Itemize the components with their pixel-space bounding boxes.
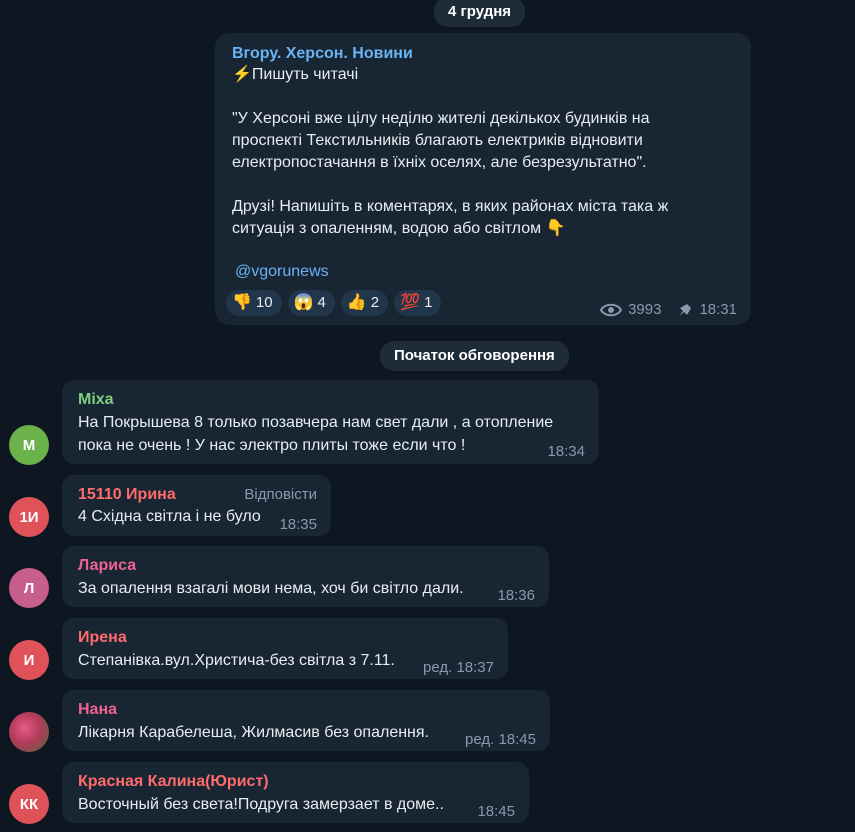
reply-button[interactable]: Відповісти (244, 483, 317, 506)
reaction-scream[interactable]: 😱 4 (287, 290, 335, 316)
comment-bubble[interactable]: Красная Калина(Юрист) Восточный без свет… (62, 762, 529, 823)
post-paragraph-2: Друзі! Напишіть в коментарях, в яких рай… (232, 198, 669, 237)
reactions-bar: 👎 10 😱 4 👍 2 💯 1 (226, 290, 442, 316)
comment-text: Восточный без света!Подруга замерзает в … (78, 796, 444, 813)
avatar[interactable]: Л (9, 568, 49, 608)
comment-text: Степанівка.вул.Христича-без світла з 7.1… (78, 652, 395, 669)
comment-text: На Покрышева 8 только позавчера нам свет… (78, 414, 554, 454)
hundred-icon: 💯 (400, 294, 421, 311)
reaction-count: 4 (317, 294, 326, 311)
avatar[interactable]: КК (9, 784, 49, 824)
scream-face-icon: 😱 (293, 294, 314, 311)
share-icon[interactable] (677, 302, 693, 318)
post-meta: 3993 18:31 (600, 299, 737, 321)
comment-text: Лікарня Карабелеша, Жилмасив без опаленн… (78, 724, 429, 741)
post-time: 18:31 (699, 301, 737, 318)
comment-bubble[interactable]: 15110 Ирина Відповісти 4 Східна світла і… (62, 475, 331, 536)
channel-handle-link[interactable]: @vgorunews (235, 261, 329, 283)
comment-bubble[interactable]: Лариса За опалення взагалі мови нема, хо… (62, 546, 549, 607)
commenter-name[interactable]: 15110 Ирина (78, 483, 176, 506)
comment-time: 18:36 (497, 587, 535, 604)
view-count: 3993 (628, 301, 662, 318)
thumbs-up-icon: 👍 (346, 294, 367, 311)
comment-time: ред. 18:45 (465, 731, 536, 748)
commenter-name[interactable]: Ирена (78, 626, 127, 649)
discussion-start-label: Початок обговорення (380, 341, 569, 371)
date-separator: 4 грудня (434, 0, 526, 27)
comment-text: За опалення взагалі мови нема, хоч би св… (78, 580, 464, 597)
commenter-name[interactable]: Лариса (78, 554, 136, 577)
avatar[interactable]: И (9, 640, 49, 680)
reaction-count: 1 (424, 294, 433, 311)
post-paragraph-1: "У Херсоні вже цілу неділю жителі декіль… (232, 110, 650, 171)
comment-text: 4 Східна світла і не було (78, 508, 261, 525)
commenter-name[interactable]: Красная Калина(Юрист) (78, 770, 269, 793)
post-heading: ⚡️Пишуть читачі (232, 66, 359, 83)
channel-name[interactable]: Вгору. Херсон. Новини (232, 43, 413, 65)
avatar[interactable]: М (9, 425, 49, 465)
comment-bubble[interactable]: Ирена Степанівка.вул.Христича-без світла… (62, 618, 508, 679)
comment-time: 18:34 (547, 443, 585, 460)
commenter-name[interactable]: Міха (78, 388, 114, 411)
reaction-count: 2 (370, 294, 380, 311)
reaction-count: 10 (255, 294, 273, 311)
channel-post[interactable]: Вгору. Херсон. Новини ⚡️Пишуть читачі "У… (215, 33, 751, 325)
eye-icon (600, 303, 623, 317)
reaction-hundred[interactable]: 💯 1 (394, 290, 442, 316)
comment-time: ред. 18:37 (423, 659, 494, 676)
commenter-name[interactable]: Нана (78, 698, 117, 721)
thumbs-down-icon: 👎 (232, 294, 252, 311)
avatar[interactable]: 1И (9, 497, 49, 537)
reaction-thumbs-up[interactable]: 👍 2 (340, 290, 389, 316)
avatar-photo[interactable] (9, 712, 49, 752)
reaction-thumbs-down[interactable]: 👎 10 (226, 290, 282, 316)
comment-bubble[interactable]: Міха На Покрышева 8 только позавчера нам… (62, 380, 599, 464)
comment-time: 18:45 (477, 803, 515, 820)
comment-time: 18:35 (279, 516, 317, 533)
comment-bubble[interactable]: Нана Лікарня Карабелеша, Жилмасив без оп… (62, 690, 550, 751)
